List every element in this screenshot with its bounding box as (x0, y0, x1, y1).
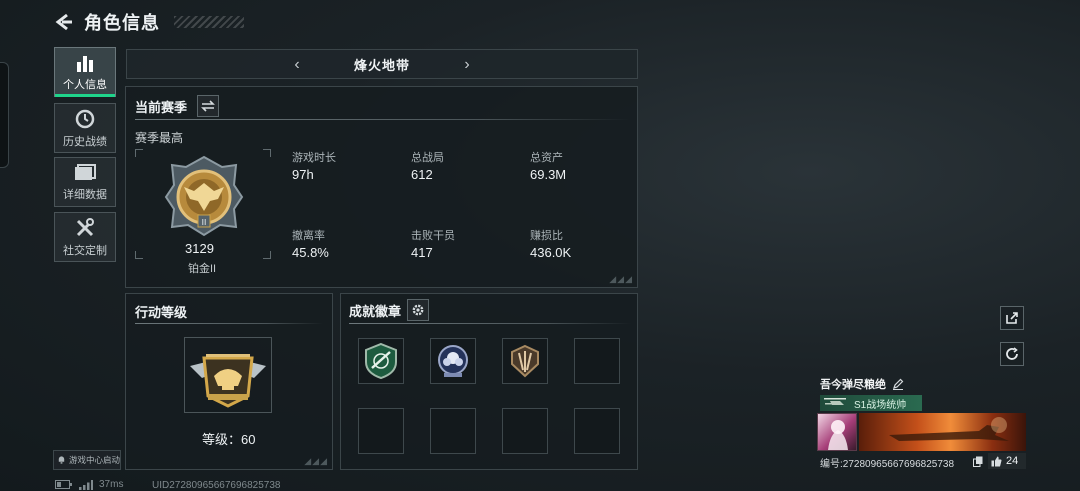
stat-label-operators-defeated: 击败干员 (411, 230, 455, 242)
header: 角色信息 (52, 8, 244, 36)
achievements-panel: 成就徽章 (340, 293, 638, 470)
swap-icon (201, 100, 215, 112)
status-bar: 37ms (55, 479, 123, 490)
season-panel: 当前赛季 赛季最高 II 3129 铂金II 游戏时长 97h 总战局 612 … (125, 86, 638, 288)
refresh-button[interactable] (1000, 342, 1024, 366)
sidebar-item-label: 历史战绩 (63, 135, 107, 148)
prev-map-button[interactable]: ‹ (287, 55, 307, 75)
share-icon (1006, 312, 1018, 324)
chevron-right-icon: › (464, 56, 470, 73)
bar-chart-icon (77, 55, 93, 72)
back-arrow-icon (55, 13, 72, 31)
next-map-button[interactable]: › (457, 55, 477, 75)
character-portrait-icon (828, 420, 848, 450)
green-shield-badge-icon (365, 342, 397, 380)
stat-value-operators-defeated: 417 (411, 245, 433, 260)
season-subtitle: 赛季最高 (135, 131, 184, 145)
folder-icon (75, 163, 96, 180)
battery-icon (55, 480, 72, 489)
helicopter-icon (824, 398, 846, 405)
sidebar-item-details[interactable]: 详细数据 (54, 157, 116, 207)
player-name: 吾今弹尽粮绝 (820, 379, 886, 391)
switch-season-button[interactable] (197, 95, 220, 117)
sidebar-item-label: 个人信息 (63, 78, 107, 91)
achievements-title: 成就徽章 (349, 303, 402, 319)
player-id: 编号:27280965667696825738 (820, 459, 955, 470)
ping-text: 37ms (99, 479, 124, 490)
rank-score: 3129 (185, 241, 214, 256)
edit-pencil-icon[interactable] (892, 378, 904, 390)
stat-label-total-matches: 总战局 (411, 152, 444, 164)
achievement-settings-button[interactable] (407, 299, 430, 321)
edge-pull-tab[interactable] (0, 62, 9, 168)
action-level-panel: 行动等级 等级：60 ◢◢◢ (125, 293, 333, 470)
stat-value-extract-rate: 45.8% (292, 245, 329, 260)
sidebar-item-social[interactable]: 社交定制 (54, 212, 116, 262)
stat-label-total-assets: 总资产 (530, 152, 563, 164)
rank-name: 铂金II (188, 263, 217, 275)
rifle-banner-icon (889, 417, 1009, 441)
stat-label-extract-rate: 撤离率 (292, 230, 325, 242)
stat-value-total-matches: 612 (411, 167, 433, 182)
sidebar-item-history[interactable]: 历史战绩 (54, 103, 116, 153)
level-text: 等级：60 (202, 432, 256, 447)
divider (135, 119, 630, 120)
badge-slot-empty[interactable] (430, 408, 476, 454)
copy-icon[interactable] (973, 456, 983, 467)
tools-icon (76, 217, 94, 236)
like-button[interactable]: 24 (988, 453, 1026, 469)
title-decoration (174, 16, 244, 28)
divider (349, 323, 631, 324)
badge-slot-empty[interactable] (502, 408, 548, 454)
bell-icon (58, 456, 65, 464)
page-title: 角色信息 (84, 13, 160, 33)
chevron-left-icon: ‹ (294, 56, 300, 73)
stat-value-total-assets: 69.3M (530, 167, 567, 182)
badge-slot[interactable] (502, 338, 548, 384)
season-header: 当前赛季 (135, 95, 220, 117)
badge-slot[interactable] (358, 338, 404, 384)
achievements-header: 成就徽章 (349, 299, 430, 321)
title-badge-text: S1战场统帅 (854, 399, 907, 411)
action-level-title: 行动等级 (135, 305, 188, 320)
stat-value-profit-ratio: 436.0K (530, 245, 572, 260)
thumbs-up-icon (991, 456, 1002, 466)
signal-icon (79, 479, 93, 490)
sidebar-item-label: 社交定制 (63, 244, 107, 257)
refresh-icon (1006, 347, 1018, 360)
profile-name-row: 吾今弹尽粮绝 (820, 376, 904, 392)
panel-deco-dots: ◢◢◢ (609, 274, 633, 284)
gear-icon (412, 304, 424, 316)
badge-slot[interactable] (430, 338, 476, 384)
bronze-claw-badge-icon (511, 344, 539, 378)
map-name: 烽火地带 (353, 57, 410, 73)
avatar[interactable] (817, 413, 857, 451)
badge-slot-empty[interactable] (574, 408, 620, 454)
map-selector: ‹ 烽火地带 › (126, 49, 638, 79)
stat-value-playtime: 97h (292, 167, 314, 182)
panel-deco-dots: ◢◢◢ (304, 456, 328, 466)
clock-history-icon (75, 109, 95, 128)
share-button[interactable] (1000, 306, 1024, 330)
like-count: 24 (1006, 455, 1019, 467)
game-center-label: 游戏中心启动 (68, 455, 120, 465)
back-button[interactable] (52, 11, 74, 33)
sidebar-item-label: 详细数据 (63, 188, 107, 201)
stat-label-profit-ratio: 赚损比 (530, 230, 563, 242)
sidebar-item-personal-info[interactable]: 个人信息 (54, 47, 116, 97)
game-center-button[interactable]: 游戏中心启动 (53, 450, 121, 470)
divider (135, 323, 323, 324)
season-title: 当前赛季 (135, 99, 188, 115)
title-badge[interactable]: S1战场统帅 (820, 395, 922, 411)
blue-flower-badge-icon (438, 345, 468, 377)
uid-text: UID27280965667696825738 (152, 480, 281, 491)
badge-slot-empty[interactable] (358, 408, 404, 454)
svg-text:II: II (202, 218, 207, 227)
profile-banner[interactable] (859, 413, 1026, 451)
badge-slot-empty[interactable] (574, 338, 620, 384)
stat-label-playtime: 游戏时长 (292, 152, 336, 164)
helicopter-level-emblem-icon (190, 354, 266, 408)
rank-eagle-emblem-icon: II (164, 155, 244, 237)
